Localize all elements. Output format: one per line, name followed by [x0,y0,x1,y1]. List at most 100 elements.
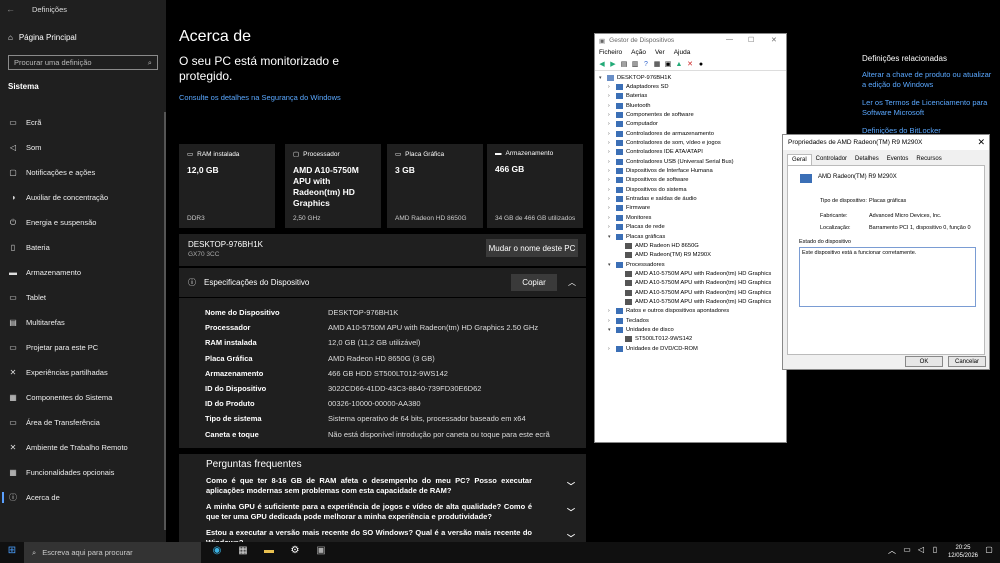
tree-node[interactable]: › Dispositivos do sistema [595,185,786,194]
menu-file[interactable]: Ficheiro [599,49,622,56]
tree-node[interactable]: › Unidades de DVD/CD-ROM [595,344,786,353]
tab-resources[interactable]: Recursos [912,154,945,165]
tab-details[interactable]: Detalhes [851,154,883,165]
tree-node[interactable]: › Adaptadores SD [595,82,786,91]
expand-arrow-icon[interactable]: ▾ [608,262,613,268]
chevron-up-icon[interactable]: ︿ [568,277,576,288]
download-icon[interactable]: ● [697,61,705,68]
expand-arrow-icon[interactable]: › [608,103,613,109]
expand-arrow-icon[interactable]: ▾ [599,75,604,81]
file-explorer-icon[interactable]: ▬ [262,545,276,559]
expand-arrow-icon[interactable]: › [608,187,613,193]
sidebar-item[interactable]: ◑ Auxiliar de concentração [8,185,158,210]
menu-view[interactable]: Ver [655,49,665,56]
settings-icon[interactable]: ⚙ [288,545,302,559]
sidebar-item[interactable]: ▭ Tablet [8,285,158,310]
rename-pc-button[interactable]: Mudar o nome deste PC [486,239,578,257]
sidebar-item[interactable]: ⏻ Energia e suspensão [8,210,158,235]
sidebar-item[interactable]: ▭ Área de Transferência [8,410,158,435]
expand-arrow-icon[interactable]: › [608,205,613,211]
copy-button[interactable]: Copiar [511,274,557,291]
properties-icon[interactable]: ▤ [620,60,628,68]
sidebar-item[interactable]: ▭ Projetar para este PC [8,335,158,360]
tree-node[interactable]: › Monitores [595,213,786,222]
clock[interactable]: 20:25 12/05/2026 [948,544,978,560]
tree-node[interactable]: › Controladores USB (Universal Serial Bus… [595,157,786,166]
tree-node[interactable]: › Controladores de armazenamento [595,129,786,138]
tree-node[interactable]: AMD Radeon(TM) R9 M290X [595,251,786,260]
sidebar-item[interactable]: ⓘ Acerca de [2,485,158,510]
tree-node[interactable]: ▾ DESKTOP-976BH1K [595,73,786,82]
back-icon[interactable]: ◀ [598,60,606,68]
tree-node[interactable]: › Firmware [595,204,786,213]
expand-arrow-icon[interactable]: › [608,93,613,99]
expand-arrow-icon[interactable]: › [608,121,613,127]
sidebar-item[interactable]: ▢ Notificações e ações [8,160,158,185]
faq-question[interactable]: Como é que ter 8-16 GB de RAM afeta o de… [179,475,575,501]
tree-node[interactable]: ▾ Processadores [595,260,786,269]
update-driver-icon[interactable]: ▲ [675,61,683,68]
home-link[interactable]: ⌂ Página Principal [8,33,77,42]
sidebar-item[interactable]: ▦ Componentes do Sistema [8,385,158,410]
sidebar-item[interactable]: ▦ Funcionalidades opcionais [8,460,158,485]
expand-arrow-icon[interactable]: › [608,112,613,118]
start-icon[interactable]: ⊞ [5,545,19,559]
menu-action[interactable]: Ação [631,49,646,56]
tree-node[interactable]: ▾ Unidades de disco [595,325,786,334]
sidebar-item[interactable]: ✕ Experiências partilhadas [8,360,158,385]
related-link-license[interactable]: Ler os Termos de Licenciamento para Soft… [862,98,992,118]
tree-node[interactable]: › Computador [595,120,786,129]
minimize-icon[interactable]: — [726,36,733,43]
expand-arrow-icon[interactable]: › [608,149,613,155]
tree-node[interactable]: AMD A10-5750M APU with Radeon(tm) HD Gra… [595,279,786,288]
tree-node[interactable]: › Bluetooth [595,101,786,110]
expand-arrow-icon[interactable]: ▾ [608,327,613,333]
tree-node[interactable]: › Componentes de software [595,110,786,119]
expand-arrow-icon[interactable]: › [608,131,613,137]
tree-node[interactable]: AMD A10-5750M APU with Radeon(tm) HD Gra… [595,288,786,297]
expand-arrow-icon[interactable]: › [608,168,613,174]
chevron-down-icon[interactable]: ﹀ [567,534,575,542]
sidebar-item[interactable]: ▤ Multitarefas [8,310,158,335]
battery-icon[interactable]: ▯ [928,545,942,559]
scan-icon[interactable]: ▣ [664,60,672,68]
security-link[interactable]: Consulte os detalhes na Segurança do Win… [179,93,341,102]
edge-icon[interactable]: ◉ [210,545,224,559]
back-arrow-icon[interactable]: ← [6,4,15,14]
notifications-icon[interactable]: ▢ [982,545,996,559]
tree-node[interactable]: › Entradas e saídas de áudio [595,194,786,203]
faq-question[interactable]: Estou a executar a versão mais recente d… [179,527,575,542]
expand-arrow-icon[interactable]: › [608,177,613,183]
network-icon[interactable]: ▭ [900,545,914,559]
sidebar-item[interactable]: ▬ Armazenamento [8,260,158,285]
help-icon[interactable]: ? [642,61,650,68]
sidebar-item[interactable]: ✕ Ambiente de Trabalho Remoto [8,435,158,460]
expand-arrow-icon[interactable]: › [608,215,613,221]
expand-arrow-icon[interactable]: › [608,140,613,146]
tree-node[interactable]: › Dispositivos de software [595,176,786,185]
tree-node[interactable]: ST500LT012-9WS142 [595,335,786,344]
tree-node[interactable]: › Controladores de som, vídeo e jogos [595,138,786,147]
tab-driver[interactable]: Controlador [812,154,851,165]
ok-button[interactable]: OK [905,356,943,367]
expand-arrow-icon[interactable]: › [608,84,613,90]
expand-arrow-icon[interactable]: › [608,318,613,324]
tree-node[interactable]: › Placas de rede [595,223,786,232]
expand-arrow-icon[interactable]: › [608,196,613,202]
chevron-down-icon[interactable]: ﹀ [567,508,575,518]
expand-arrow-icon[interactable]: › [608,346,613,352]
store-icon[interactable]: ▦ [236,545,250,559]
related-link-product-key[interactable]: Alterar a chave de produto ou atualizar … [862,70,992,90]
tab-events[interactable]: Eventos [883,154,913,165]
forward-icon[interactable]: ▶ [609,60,617,68]
tree-node[interactable]: AMD A10-5750M APU with Radeon(tm) HD Gra… [595,269,786,278]
volume-icon[interactable]: ◁ [914,545,928,559]
uninstall-icon[interactable]: ✕ [686,60,694,68]
settings-search-input[interactable]: Procurar uma definição ⌕ [8,55,158,70]
menu-help[interactable]: Ajuda [674,49,691,56]
device-manager-taskbar-icon[interactable]: ▣ [314,545,328,559]
tree-node[interactable]: AMD Radeon HD 8650G [595,241,786,250]
tray-chevron-icon[interactable]: ︿ [885,545,899,559]
cancel-button[interactable]: Cancelar [948,356,986,367]
close-icon[interactable]: ✕ [977,137,985,148]
